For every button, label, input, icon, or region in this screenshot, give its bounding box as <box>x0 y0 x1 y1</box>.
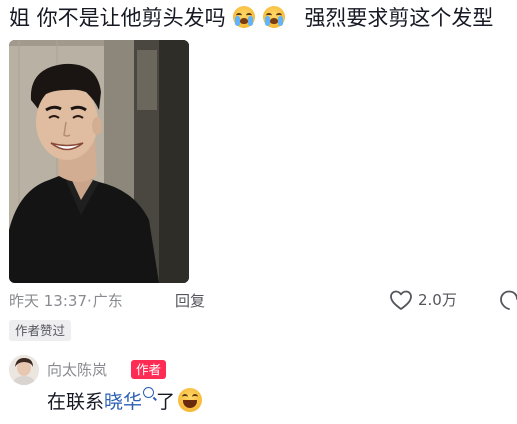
comment-meta: 昨天 13:37·广东 <box>9 290 123 312</box>
cry-emoji-icon <box>233 6 256 28</box>
reply-text-after: 了 <box>156 391 176 413</box>
cry-emoji-icon <box>263 6 286 28</box>
heart-icon <box>390 290 412 310</box>
reply-username[interactable]: 向太陈岚 <box>47 359 107 381</box>
reply-text: 在联系晓华了 <box>47 387 203 416</box>
reply-text-before: 在联系 <box>47 391 105 413</box>
comment-text-part2: 强烈要求剪这个发型 <box>304 6 494 30</box>
comment-photo[interactable] <box>9 40 189 283</box>
author-tag: 作者 <box>131 360 167 379</box>
laugh-emoji-icon <box>178 388 203 412</box>
comment-text-part1: 姐 你不是让他剪头发吗 <box>9 6 226 30</box>
avatar-image <box>9 355 39 385</box>
author-liked-badge: 作者赞过 <box>9 320 72 341</box>
search-icon[interactable] <box>143 387 155 398</box>
reply-button[interactable]: 回复 <box>175 290 205 312</box>
dislike-icon[interactable] <box>499 289 517 311</box>
comment-text: 姐 你不是让他剪头发吗 强烈要求剪这个发型 <box>9 3 517 33</box>
mention-link[interactable]: 晓华 <box>104 391 142 413</box>
comment-time: 昨天 13:37 <box>9 292 87 310</box>
meta-separator: · <box>87 292 92 310</box>
like-count: 2.0万 <box>418 291 457 309</box>
avatar[interactable] <box>9 355 39 385</box>
comment-location: 广东 <box>92 292 123 310</box>
like-button[interactable]: 2.0万 <box>389 289 457 311</box>
portrait-image <box>9 40 189 283</box>
